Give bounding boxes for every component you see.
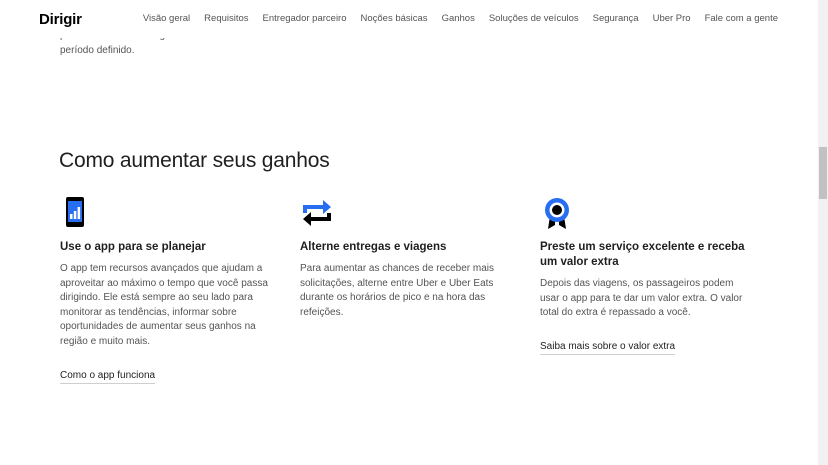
tips-learn-more-link[interactable]: Saiba mais sobre o valor extra: [540, 341, 676, 355]
nav-link-solucoes-veiculos[interactable]: Soluções de veículos: [489, 13, 579, 24]
nav-link-requisitos[interactable]: Requisitos: [204, 13, 248, 24]
scrollbar-thumb[interactable]: [819, 147, 827, 199]
top-navigation: Dirigir Visão geral Requisitos Entregado…: [0, 0, 818, 38]
feature-title: Alterne entregas e viagens: [300, 241, 447, 253]
nav-link-seguranca[interactable]: Segurança: [593, 13, 639, 24]
nav-link-fale-conosco[interactable]: Fale com a gente: [705, 13, 778, 24]
swap-arrows-icon: [303, 200, 331, 226]
nav-link-uber-pro[interactable]: Uber Pro: [653, 13, 691, 24]
nav-link-nocoes-basicas[interactable]: Noções básicas: [361, 13, 428, 24]
previous-text-line: período definido.: [60, 45, 135, 56]
scrollbar[interactable]: [818, 0, 828, 465]
feature-card-planning: Use o app para se planejar O app tem rec…: [60, 196, 275, 384]
award-ribbon-icon: [545, 198, 569, 229]
phone-chart-icon: [66, 197, 84, 227]
nav-link-visao-geral[interactable]: Visão geral: [143, 13, 190, 24]
feature-card-tips: Preste um serviço excelente e receba um …: [540, 196, 755, 355]
feature-card-alternate: Alterne entregas e viagens Para aumentar…: [300, 196, 515, 320]
feature-title: Use o app para se planejar: [60, 241, 206, 253]
feature-title: Preste um serviço excelente e receba um …: [540, 241, 745, 268]
section-title: Como aumentar seus ganhos: [59, 149, 330, 172]
feature-description: Depois das viagens, os passageiros podem…: [540, 278, 743, 319]
nav-link-ganhos[interactable]: Ganhos: [442, 13, 475, 24]
brand-logo[interactable]: Dirigir: [39, 11, 82, 28]
nav-links: Visão geral Requisitos Entregador parcei…: [129, 13, 778, 24]
how-app-works-link[interactable]: Como o app funciona: [60, 370, 156, 384]
nav-link-entregador-parceiro[interactable]: Entregador parceiro: [263, 13, 347, 24]
feature-description: O app tem recursos avançados que ajudam …: [60, 263, 268, 347]
feature-description: Para aumentar as chances de receber mais…: [300, 263, 494, 318]
